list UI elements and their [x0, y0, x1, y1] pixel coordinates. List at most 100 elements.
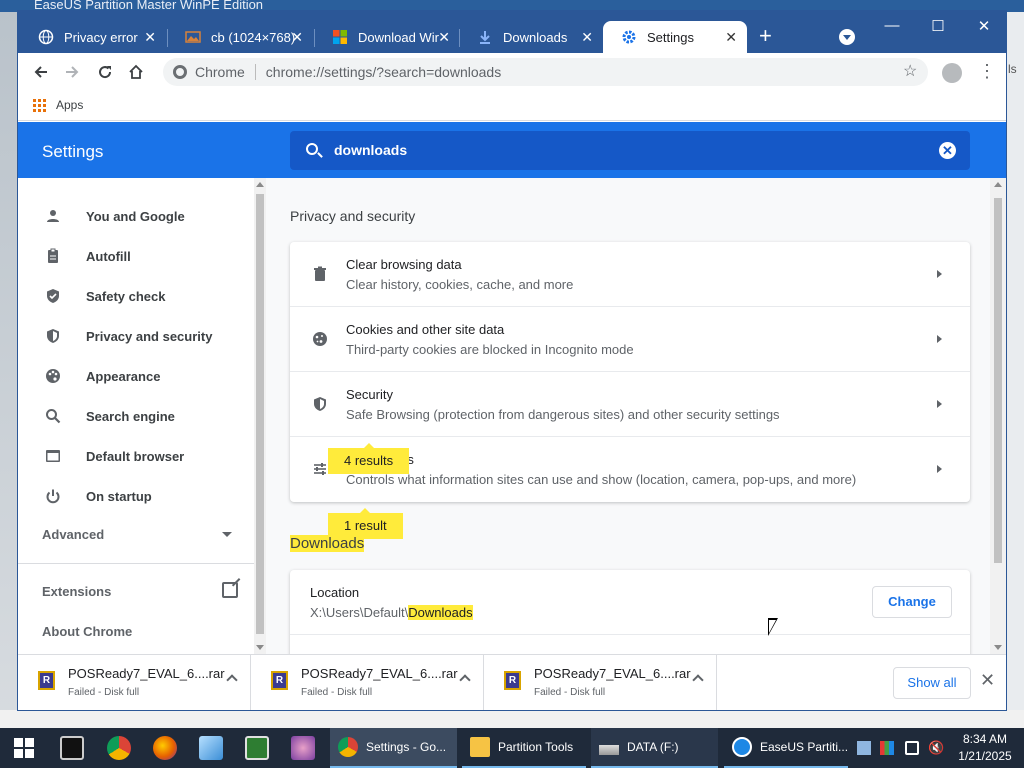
download-item[interactable]: R POSReady7_EVAL_6....rar Failed - Disk …	[18, 655, 251, 710]
omnibox[interactable]: Chrome chrome://settings/?search=downloa…	[163, 58, 928, 86]
open-in-new-icon	[222, 582, 238, 598]
scrollbar-thumb[interactable]	[994, 198, 1002, 563]
start-button[interactable]	[0, 728, 48, 768]
usb-icon[interactable]	[905, 741, 919, 755]
row-subtitle: Third-party cookies are blocked in Incog…	[346, 342, 634, 357]
download-item[interactable]: R POSReady7_EVAL_6....rar Failed - Disk …	[251, 655, 484, 710]
command-prompt-icon[interactable]	[60, 736, 84, 760]
sidebar-item-extensions[interactable]: Extensions	[42, 582, 238, 599]
close-icon[interactable]: ✕	[438, 29, 450, 45]
tab-settings[interactable]: Settings ✕	[603, 21, 747, 53]
forward-arrow-icon[interactable]	[61, 61, 83, 83]
taskbar-task-partition-tools[interactable]: Partition Tools	[462, 728, 586, 768]
keyboard-layout-icon[interactable]	[880, 741, 894, 755]
new-tab-button[interactable]: +	[759, 25, 772, 47]
close-icon[interactable]: ✕	[144, 29, 156, 45]
row-security[interactable]: Security Safe Browsing (protection from …	[290, 372, 970, 437]
windows-logo-icon	[14, 738, 34, 758]
firefox-icon[interactable]	[153, 736, 177, 760]
sidebar-item-you-and-google[interactable]: You and Google	[18, 198, 254, 234]
taskbar-task-chrome-settings[interactable]: Settings - Go...	[330, 728, 457, 768]
close-icon[interactable]: ✕	[725, 29, 737, 45]
scroll-down-icon[interactable]	[256, 645, 264, 650]
clock[interactable]: 8:34 AM 1/21/2025	[955, 731, 1015, 765]
sidebar-item-about-chrome[interactable]: About Chrome	[42, 624, 132, 639]
scroll-up-icon[interactable]	[994, 182, 1002, 187]
sidebar-item-safety-check[interactable]: Safety check	[18, 278, 254, 314]
reload-icon[interactable]	[94, 61, 116, 83]
change-button[interactable]: Change	[872, 586, 952, 618]
chrome-icon[interactable]	[107, 736, 131, 760]
sidebar-item-appearance[interactable]: Appearance	[18, 358, 254, 394]
settings-search-box: ✕	[290, 131, 970, 170]
tab-download-windows[interactable]: Download Wir ✕	[314, 21, 460, 53]
row-title: Clear browsing data	[346, 257, 462, 272]
tab-image[interactable]: cb (1024×768) ✕	[167, 21, 313, 53]
sidebar-item-default-browser[interactable]: Default browser	[18, 438, 254, 474]
search-results-bubble: 4 results	[328, 443, 410, 474]
speaker-muted-icon[interactable]: 🔇	[928, 741, 944, 755]
background-window-edge	[1006, 12, 1024, 710]
power-icon	[44, 487, 62, 505]
taskbar-task-easeus[interactable]: EaseUS Partiti...	[724, 728, 848, 768]
tab-search-icon[interactable]	[839, 29, 855, 45]
url-text[interactable]: chrome://settings/?search=downloads	[266, 64, 501, 80]
location-path-prefix: X:\Users\Default\	[310, 605, 409, 620]
background-window-bottom	[0, 710, 1024, 728]
apps-link[interactable]: Apps	[56, 98, 83, 112]
row-subtitle: Clear history, cookies, cache, and more	[346, 277, 574, 292]
close-icon[interactable]: ✕	[980, 670, 995, 691]
sidebar-item-on-startup[interactable]: On startup	[18, 478, 254, 514]
sidebar-item-privacy-and-security[interactable]: Privacy and security	[18, 318, 254, 354]
sidebar-item-search-engine[interactable]: Search engine	[18, 398, 254, 434]
back-arrow-icon[interactable]	[30, 61, 52, 83]
star-icon[interactable]: ☆	[903, 61, 917, 81]
close-window-button[interactable]: ✕	[972, 17, 996, 35]
settings-sidebar: You and Google Autofill Safety check Pri…	[18, 178, 254, 654]
scroll-up-icon[interactable]	[256, 182, 264, 187]
maximize-button[interactable]: ☐	[926, 17, 950, 35]
gear-icon	[621, 29, 637, 45]
scrollbar-thumb[interactable]	[256, 194, 264, 634]
download-item[interactable]: R POSReady7_EVAL_6....rar Failed - Disk …	[484, 655, 717, 710]
chevron-up-icon[interactable]	[226, 674, 238, 686]
tab-downloads[interactable]: Downloads ✕	[459, 21, 603, 53]
chevron-right-icon	[937, 400, 942, 408]
chevron-up-icon[interactable]	[459, 674, 471, 686]
notepad-icon[interactable]	[199, 736, 223, 760]
row-clear-browsing-data[interactable]: Clear browsing data Clear history, cooki…	[290, 242, 970, 307]
registry-editor-icon[interactable]	[245, 736, 269, 760]
browser-icon	[44, 447, 62, 465]
close-icon[interactable]: ✕	[581, 29, 593, 45]
sidebar-scrollbar[interactable]	[254, 178, 266, 654]
row-title: Cookies and other site data	[346, 322, 505, 337]
clear-search-icon[interactable]: ✕	[939, 142, 956, 159]
tab-privacy-error[interactable]: Privacy error ✕	[20, 21, 166, 53]
paint-icon[interactable]	[291, 736, 315, 760]
search-input[interactable]	[334, 140, 894, 160]
apps-grid-icon[interactable]	[33, 99, 46, 112]
content-scrollbar[interactable]	[990, 178, 1006, 654]
close-icon[interactable]: ✕	[291, 29, 303, 45]
home-icon[interactable]	[125, 61, 147, 83]
profile-avatar[interactable]	[942, 63, 962, 83]
menu-dots-icon[interactable]: ⋮	[978, 61, 996, 81]
shield-check-icon	[44, 287, 62, 305]
drive-icon	[599, 745, 619, 755]
page-title: Settings	[42, 142, 104, 161]
show-all-button[interactable]: Show all	[893, 667, 971, 699]
task-label: DATA (F:)	[627, 740, 679, 754]
sidebar-item-autofill[interactable]: Autofill	[18, 238, 254, 274]
taskbar-task-data-drive[interactable]: DATA (F:)	[591, 728, 718, 768]
person-icon	[44, 207, 62, 225]
search-icon	[306, 143, 318, 155]
row-cookies[interactable]: Cookies and other site data Third-party …	[290, 307, 970, 372]
network-icon[interactable]	[857, 741, 871, 755]
sidebar-item-label: On startup	[86, 488, 152, 504]
extensions-label: Extensions	[42, 584, 112, 599]
chevron-right-icon	[937, 335, 942, 343]
sidebar-advanced-toggle[interactable]: Advanced	[42, 527, 232, 542]
scroll-down-icon[interactable]	[994, 645, 1002, 650]
minimize-button[interactable]: —	[880, 17, 904, 34]
chevron-up-icon[interactable]	[692, 674, 704, 686]
